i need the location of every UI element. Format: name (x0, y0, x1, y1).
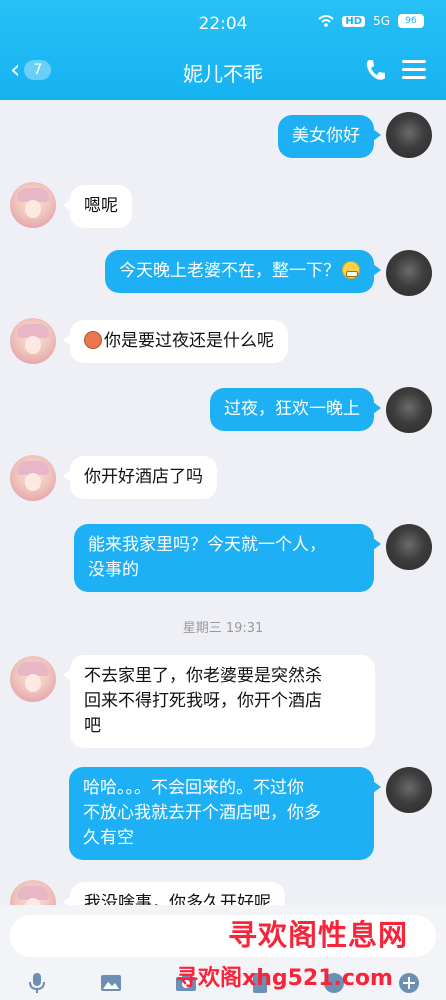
message-bubble-sent[interactable]: 美女你好 (278, 115, 381, 158)
signal-label: 5G (373, 14, 390, 28)
chat-area[interactable]: 美女你好 嗯呢 今天晚上老婆不在，整一下？ 你是要过夜还是什么呢 过夜，狂欢一晚… (0, 100, 446, 926)
message-bubble-sent[interactable]: 今天晚上老婆不在，整一下？ (105, 250, 381, 293)
message-bubble-sent[interactable]: 哈哈。。。不会回来的。不过你 不放心我就去开个酒店吧，你多 久有空 (69, 767, 381, 860)
image-icon[interactable] (99, 971, 123, 995)
battery-icon: 96 (398, 14, 424, 28)
message-bubble-received[interactable]: 你是要过夜还是什么呢 (63, 320, 288, 363)
wifi-icon (318, 15, 335, 27)
my-avatar[interactable] (386, 387, 432, 433)
angry-emoji-icon (84, 331, 102, 349)
grin-emoji-icon (342, 261, 360, 279)
phone-icon[interactable] (364, 58, 386, 82)
chat-header: 22:04 HD 5G 96 ‹ 7 妮儿不乖 (0, 0, 446, 100)
my-avatar[interactable] (386, 524, 432, 570)
message-line: 不放心我就去开个酒店吧，你多 (83, 803, 321, 823)
message-bubble-received[interactable]: 嗯呢 (63, 185, 132, 228)
menu-icon[interactable] (402, 60, 426, 82)
message-line: 久有空 (83, 828, 134, 848)
my-avatar[interactable] (386, 250, 432, 296)
contact-avatar[interactable] (10, 455, 56, 501)
microphone-icon[interactable] (25, 971, 49, 995)
message-line: 回来不得打死我呀，你开个酒店 (84, 691, 322, 711)
message-line: 没事的 (88, 560, 139, 580)
hd-badge: HD (342, 15, 366, 27)
my-avatar[interactable] (386, 767, 432, 813)
message-line: 哈哈。。。不会回来的。不过你 (83, 778, 304, 798)
contact-avatar[interactable] (10, 182, 56, 228)
message-bubble-sent[interactable]: 能来我家里吗？今天就一个人， 没事的 (74, 524, 381, 592)
message-line: 不去家里了，你老婆要是突然杀 (84, 666, 322, 686)
my-avatar[interactable] (386, 112, 432, 158)
message-text: 你是要过夜还是什么呢 (104, 331, 274, 351)
message-bubble-sent[interactable]: 过夜，狂欢一晚上 (210, 388, 381, 431)
message-timestamp: 星期三 19:31 (182, 621, 264, 636)
message-text: 今天晚上老婆不在，整一下？ (119, 261, 340, 281)
message-bubble-received[interactable]: 不去家里了，你老婆要是突然杀 回来不得打死我呀，你开个酒店 吧 (63, 655, 375, 748)
status-bar: 22:04 HD 5G 96 (0, 12, 446, 36)
message-line: 能来我家里吗？今天就一个人， (88, 535, 326, 555)
watermark-url: 寻欢阁xhg521.com (176, 966, 393, 991)
nav-bar: ‹ 7 妮儿不乖 (0, 52, 446, 92)
contact-avatar[interactable] (10, 656, 56, 702)
message-line: 吧 (84, 716, 101, 736)
status-icons: HD 5G 96 (318, 14, 424, 28)
watermark-text: 寻欢阁性息网 (228, 918, 409, 952)
plus-icon[interactable] (397, 971, 421, 995)
contact-avatar[interactable] (10, 318, 56, 364)
message-bubble-received[interactable]: 你开好酒店了吗 (63, 456, 217, 499)
